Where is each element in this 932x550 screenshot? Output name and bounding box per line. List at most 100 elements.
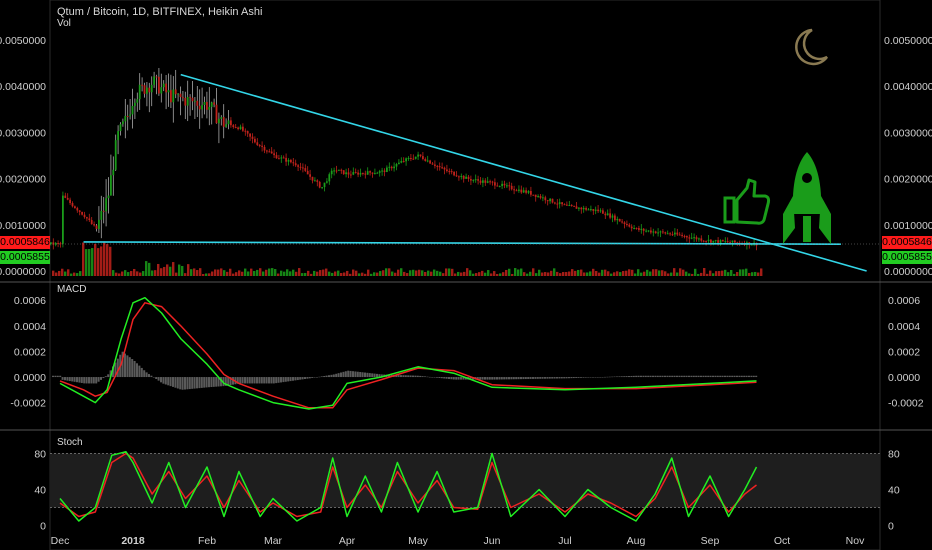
macd-histogram-bar — [404, 375, 407, 378]
candle-body — [112, 169, 115, 176]
volume-bar — [223, 270, 226, 276]
candle-body — [482, 180, 484, 183]
candle-body — [494, 182, 496, 186]
candle-body — [340, 169, 343, 171]
macd-histogram-bar — [71, 377, 74, 382]
volume-bar — [475, 273, 478, 276]
candle-body — [218, 118, 220, 124]
macd-histogram-bar — [548, 377, 551, 379]
volume-bar — [628, 269, 631, 276]
candle-body — [402, 161, 405, 163]
macd-histogram-bar — [512, 377, 515, 380]
volume-bar — [307, 270, 310, 276]
candle-body — [155, 76, 158, 78]
volume-bar — [139, 272, 142, 276]
macd-histogram-bar — [397, 375, 400, 378]
candle-body — [306, 170, 309, 175]
volume-bar — [226, 271, 229, 276]
candle-body — [671, 234, 674, 236]
macd-histogram-bar — [522, 377, 525, 380]
volume-bar — [52, 270, 55, 276]
volume-bar — [679, 268, 682, 276]
candle-body — [213, 102, 215, 105]
candle-body — [174, 89, 177, 95]
candle-body — [88, 218, 91, 221]
volume-bar — [346, 270, 349, 276]
macd-histogram-bar — [452, 377, 455, 380]
macd-histogram-bar — [484, 377, 486, 380]
macd-histogram-bar — [719, 375, 722, 378]
macd-histogram-bar — [745, 375, 748, 378]
volume-bar — [112, 270, 115, 276]
candle-body — [594, 209, 597, 211]
macd-histogram-bar — [306, 377, 309, 379]
volume-bar — [592, 268, 595, 276]
volume-bar — [721, 270, 724, 276]
macd-histogram-bar — [642, 375, 645, 378]
macd-histogram-bar — [637, 375, 640, 378]
chart-canvas[interactable]: 0.0050000 0.0050000 0.0040000 0.0040000 0.00… — [0, 0, 932, 550]
volume-bar — [292, 269, 295, 276]
volume-bar — [571, 269, 574, 276]
thumb-cuff — [723, 196, 736, 224]
volume-bar — [229, 268, 232, 276]
candle-body — [124, 115, 127, 122]
macd-histogram-bar — [457, 377, 460, 380]
candle-body — [633, 227, 635, 229]
volume-bar — [472, 273, 475, 276]
macd-histogram-bar — [428, 376, 431, 378]
price-axis-label-left: 0.0030000 — [0, 127, 46, 139]
candle-body — [678, 234, 681, 236]
volume-bar — [568, 271, 571, 276]
macd-histogram-bar — [412, 375, 414, 378]
macd-axis-label-right: 0.0002 — [888, 346, 920, 358]
candle-body — [330, 170, 333, 175]
rocket-exhaust — [803, 216, 811, 242]
price-axis-label-left: 0.0050000 — [0, 35, 46, 47]
volume-bar — [451, 268, 454, 276]
volume-bar — [172, 262, 175, 276]
candle-body — [489, 181, 491, 183]
macd-histogram-bar — [244, 377, 246, 384]
macd-histogram-bar — [450, 377, 453, 380]
candle-body — [470, 179, 472, 181]
macd-histogram-bar — [546, 377, 549, 379]
macd-line — [59, 296, 757, 410]
macd-histogram-bar — [709, 375, 712, 378]
rocket-icon — [783, 152, 831, 244]
volume-bar — [736, 272, 739, 276]
macd-histogram-bar — [176, 377, 179, 389]
macd-histogram-bar — [92, 377, 95, 384]
volume-bar — [178, 264, 181, 276]
candle-body — [352, 172, 355, 175]
macd-histogram-bar — [150, 375, 153, 378]
macd-histogram-bar — [436, 377, 438, 378]
macd-histogram-bar — [750, 375, 753, 378]
macd-histogram-bar — [656, 375, 659, 378]
macd-histogram-bar — [685, 375, 688, 378]
candle-body — [676, 232, 679, 235]
candle-body — [719, 240, 722, 243]
macd-histogram-bar — [210, 377, 213, 388]
candle-body — [374, 173, 376, 175]
candle-body — [189, 96, 191, 98]
candle-body — [76, 208, 79, 211]
moon-icon — [795, 28, 829, 66]
volume-bar — [658, 270, 661, 276]
candle-body — [100, 210, 103, 220]
candle-body — [477, 179, 479, 181]
price-axis-label-right: 0.0000000 — [884, 266, 932, 278]
volume-bar — [154, 270, 157, 276]
price-axis-label-left: 0.0040000 — [0, 81, 46, 93]
candle-body — [693, 237, 695, 239]
candle-body — [275, 155, 278, 159]
macd-histogram-bar — [731, 375, 734, 378]
macd-histogram-bar — [296, 377, 299, 381]
macd-histogram-bar — [253, 377, 256, 384]
candle-body — [359, 172, 362, 175]
candle-body — [261, 145, 263, 147]
volume-bar — [409, 270, 412, 276]
volume-bar — [448, 268, 451, 276]
macd-histogram-bar — [323, 376, 326, 378]
macd-histogram-bar — [239, 377, 242, 384]
